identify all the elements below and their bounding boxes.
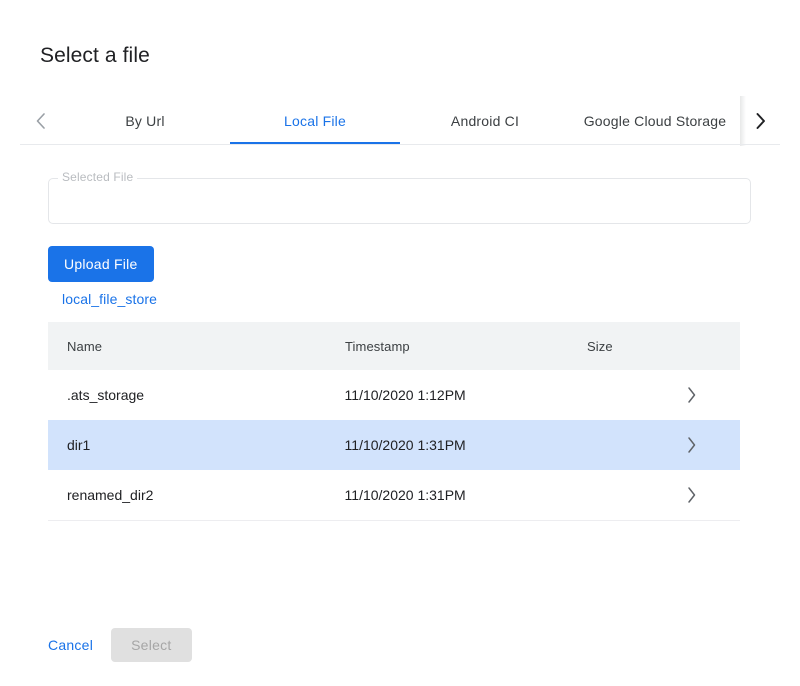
cell-name: .ats_storage: [48, 387, 345, 403]
select-button[interactable]: Select: [111, 628, 191, 662]
chevron-left-icon: [34, 111, 47, 131]
tabs-scroll-container: By UrlLocal FileAndroid CIGoogle Cloud S…: [60, 97, 740, 145]
table-row[interactable]: renamed_dir211/10/2020 1:31PM: [48, 470, 740, 520]
row-open-button[interactable]: [686, 386, 740, 404]
table-header-row: Name Timestamp Size: [48, 322, 740, 370]
dialog-footer: Cancel Select: [40, 628, 192, 662]
select-file-dialog: Select a file By UrlLocal FileAndroid CI…: [0, 0, 800, 686]
tabs-scroll-next-button[interactable]: [740, 97, 780, 145]
tab-by-url[interactable]: By Url: [60, 97, 230, 145]
cancel-button[interactable]: Cancel: [40, 628, 101, 662]
tabs-scroll-prev-button[interactable]: [20, 97, 60, 145]
table-body: .ats_storage11/10/2020 1:12PMdir111/10/2…: [48, 370, 740, 521]
tab-bar: By UrlLocal FileAndroid CIGoogle Cloud S…: [20, 97, 780, 145]
selected-file-input[interactable]: [61, 186, 738, 218]
upload-file-button[interactable]: Upload File: [48, 246, 154, 282]
tab-local-file[interactable]: Local File: [230, 97, 400, 145]
tab-google-cloud-storage[interactable]: Google Cloud Storage: [570, 97, 740, 145]
selected-file-field[interactable]: Selected File: [48, 178, 751, 224]
row-open-button[interactable]: [686, 486, 740, 504]
breadcrumb[interactable]: local_file_store: [62, 291, 157, 307]
cell-timestamp: 11/10/2020 1:31PM: [345, 437, 587, 453]
selected-file-label: Selected File: [58, 171, 137, 185]
chevron-right-icon: [686, 436, 697, 454]
row-open-button[interactable]: [686, 436, 740, 454]
cell-timestamp: 11/10/2020 1:31PM: [345, 487, 587, 503]
table-row[interactable]: dir111/10/2020 1:31PM: [48, 420, 740, 470]
tab-android-ci[interactable]: Android CI: [400, 97, 570, 145]
chevron-right-icon: [686, 386, 697, 404]
file-table: Name Timestamp Size .ats_storage11/10/20…: [48, 322, 740, 521]
table-row[interactable]: .ats_storage11/10/2020 1:12PM: [48, 370, 740, 420]
cell-name: dir1: [48, 437, 345, 453]
cell-timestamp: 11/10/2020 1:12PM: [345, 387, 587, 403]
tab-bar-divider: [20, 144, 780, 145]
chevron-right-icon: [686, 486, 697, 504]
cell-name: renamed_dir2: [48, 487, 345, 503]
column-header-timestamp: Timestamp: [345, 339, 587, 354]
column-header-size: Size: [587, 339, 687, 354]
page-title: Select a file: [40, 44, 150, 68]
chevron-right-icon: [754, 111, 767, 131]
column-header-name: Name: [48, 339, 345, 354]
